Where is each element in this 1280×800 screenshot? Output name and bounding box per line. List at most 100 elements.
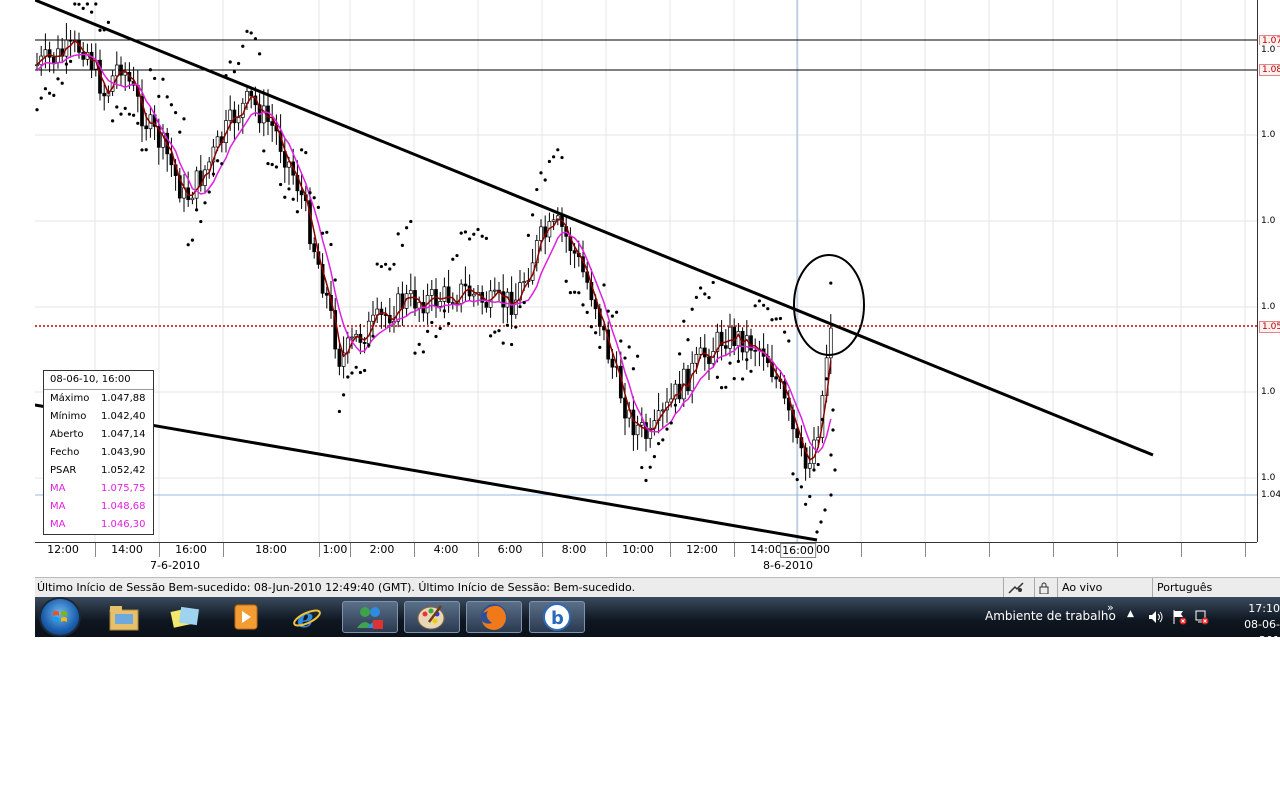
toolbar-chevron-icon[interactable]: » bbox=[1107, 601, 1114, 614]
time-tick-separator bbox=[989, 543, 990, 557]
psar-dot bbox=[232, 70, 236, 74]
show-hidden-icons-icon[interactable]: ▲ bbox=[1127, 609, 1134, 619]
candle-body bbox=[413, 290, 417, 309]
time-tick-separator bbox=[606, 543, 607, 557]
psar-dot bbox=[258, 52, 262, 56]
candle-body bbox=[686, 368, 690, 392]
psar-dot bbox=[514, 325, 518, 329]
candle-body bbox=[270, 121, 275, 126]
psar-dot bbox=[799, 485, 804, 489]
media-player-icon[interactable] bbox=[218, 601, 274, 633]
chart-window[interactable]: 1.07 1.0 1.08 1.0 1.0 1.0 1.05 1.0 1.0 1… bbox=[35, 0, 1280, 573]
psar-dot bbox=[795, 477, 799, 482]
internet-explorer-icon[interactable]: e bbox=[279, 601, 335, 633]
system-clock[interactable]: 17:10 08-06-201 bbox=[1230, 601, 1280, 649]
data-row-open: Aberto 1.047,14 bbox=[44, 426, 153, 444]
psar-dot bbox=[657, 442, 661, 446]
psar-dot bbox=[505, 323, 509, 327]
trading-app-icon[interactable]: b bbox=[529, 601, 585, 633]
psar-dot bbox=[631, 367, 636, 371]
psar-dot bbox=[829, 493, 833, 497]
psar-dot bbox=[375, 262, 379, 266]
row-value: 1.046,30 bbox=[101, 519, 146, 530]
psar-dot bbox=[472, 232, 476, 236]
time-tick: 6:00 bbox=[497, 543, 523, 556]
candle-body bbox=[350, 336, 354, 339]
windows-explorer-icon[interactable] bbox=[96, 601, 152, 633]
time-tick-separator bbox=[542, 543, 543, 557]
candle-body bbox=[744, 335, 749, 353]
row-label: PSAR bbox=[50, 465, 77, 476]
candle-body bbox=[572, 250, 577, 254]
action-center-flag-icon[interactable] bbox=[1171, 609, 1187, 625]
candle-body bbox=[324, 292, 329, 296]
psar-dot bbox=[384, 262, 388, 266]
candle-body bbox=[639, 422, 644, 426]
psar-dot bbox=[262, 149, 266, 153]
price-tag-9: 1.04 bbox=[1259, 490, 1280, 500]
firefox-icon[interactable] bbox=[466, 601, 522, 633]
psar-dot bbox=[270, 162, 274, 167]
psar-dot bbox=[766, 307, 770, 311]
connection-icon[interactable] bbox=[1003, 578, 1034, 598]
candle-body bbox=[732, 326, 737, 346]
language-selector[interactable]: Português bbox=[1152, 578, 1253, 598]
psar-dot bbox=[741, 377, 745, 381]
psar-dot bbox=[497, 329, 501, 333]
live-status: Ao vivo bbox=[1057, 578, 1152, 598]
sticky-notes-icon[interactable] bbox=[157, 601, 213, 633]
psar-dot bbox=[749, 369, 753, 373]
network-status-icon[interactable] bbox=[1193, 609, 1209, 625]
psar-dot bbox=[405, 226, 409, 230]
psar-dot bbox=[354, 365, 358, 369]
candle-body bbox=[492, 289, 497, 292]
psar-dot bbox=[140, 148, 144, 152]
psar-dot bbox=[552, 155, 556, 159]
moving-average-fast bbox=[36, 39, 832, 461]
psar-dot bbox=[291, 197, 295, 201]
row-label: Aberto bbox=[50, 429, 84, 440]
psar-dot bbox=[757, 299, 762, 303]
price-tag-3: 1.08 bbox=[1259, 64, 1280, 76]
psar-dot bbox=[820, 417, 825, 422]
paint-icon[interactable] bbox=[404, 601, 460, 633]
psar-dot bbox=[652, 455, 657, 459]
psar-dot bbox=[132, 113, 136, 117]
psar-dot bbox=[791, 472, 795, 476]
start-button[interactable] bbox=[41, 599, 79, 635]
psar-dot bbox=[699, 286, 703, 290]
psar-dot bbox=[287, 187, 291, 191]
desktop-toolbar-label[interactable]: Ambiente de trabalho bbox=[985, 609, 1116, 623]
candle-body bbox=[623, 397, 627, 419]
messenger-icon[interactable] bbox=[342, 601, 398, 633]
psar-dot bbox=[522, 300, 526, 305]
psar-dot bbox=[823, 508, 827, 512]
psar-dot bbox=[526, 233, 530, 238]
psar-dot bbox=[648, 465, 652, 469]
psar-dot bbox=[543, 178, 547, 182]
psar-dot bbox=[493, 330, 497, 334]
psar-dot bbox=[316, 205, 320, 209]
price-chart[interactable] bbox=[35, 0, 1257, 542]
psar-dot bbox=[598, 345, 602, 349]
psar-dot bbox=[564, 279, 568, 283]
taskbar: e b Ambiente de trabalho » ▲ 17:10 08-06… bbox=[35, 597, 1280, 647]
psar-dot bbox=[829, 453, 833, 457]
volume-icon[interactable] bbox=[1148, 610, 1164, 624]
time-tick-separator bbox=[861, 543, 862, 557]
psar-dot bbox=[724, 385, 728, 389]
data-row-ma-2: MA 1.048,68 bbox=[44, 498, 153, 516]
price-tag-5: 1.0 bbox=[1259, 216, 1278, 226]
psar-dot bbox=[64, 62, 68, 66]
candle-body bbox=[114, 64, 119, 77]
candle-body bbox=[396, 293, 401, 322]
candle-body bbox=[471, 293, 476, 297]
psar-dot bbox=[186, 243, 190, 247]
psar-dot bbox=[560, 155, 564, 160]
psar-dot bbox=[283, 195, 287, 199]
time-tick-separator bbox=[95, 543, 96, 557]
time-tick-separator bbox=[350, 543, 351, 557]
psar-dot bbox=[249, 31, 253, 35]
psar-dot bbox=[295, 210, 299, 214]
psar-dot bbox=[447, 321, 451, 326]
